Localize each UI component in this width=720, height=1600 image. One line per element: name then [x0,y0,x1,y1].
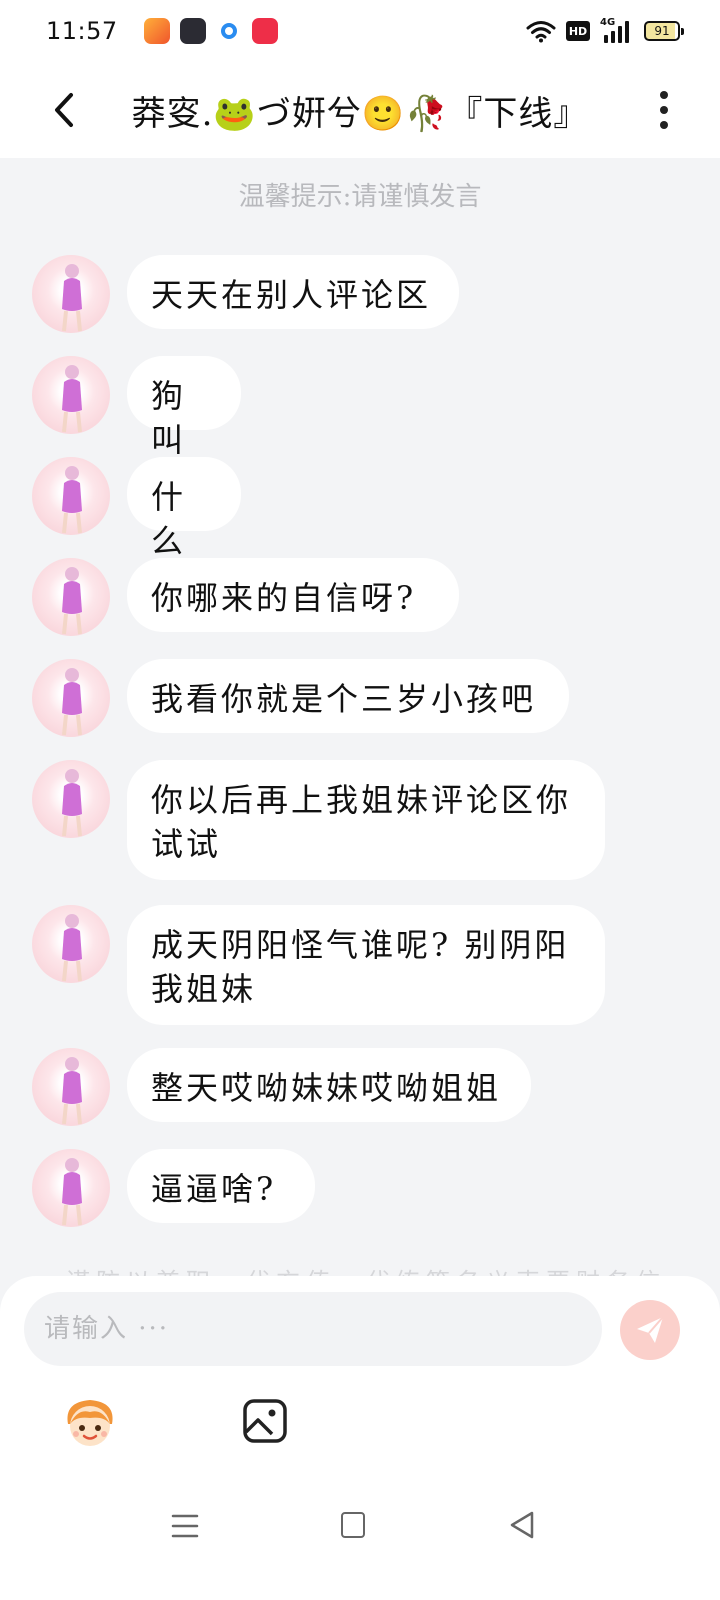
home-nav-icon[interactable] [341,1512,365,1538]
avatar[interactable] [32,558,110,636]
more-options-button[interactable] [644,88,684,132]
warning-tip: 温馨提示:请谨慎发言 [238,182,482,212]
message-bubble[interactable]: 我看你就是个三岁小孩吧 [127,659,569,733]
message-input[interactable] [24,1292,602,1366]
chat-screen: 11:57 HD 4G 91 莽叜.🐸づ姸兮🙂🥀『下线』 温馨提示:请谨慎发言 … [0,0,720,1600]
image-icon [243,1399,287,1443]
message-bubble[interactable]: 你以后再上我姐妹评论区你试试 [127,760,605,880]
message-bubble[interactable]: 狗叫 [127,356,241,459]
app-notification-icon [251,18,278,44]
avatar[interactable] [32,457,110,535]
avatar[interactable] [32,356,110,434]
avatar[interactable] [32,659,110,737]
send-icon [637,1316,664,1343]
status-bar: 11:57 HD 4G 91 [0,0,720,62]
back-nav-icon[interactable] [508,1510,536,1540]
notification-icons [143,18,278,44]
chat-header: 莽叜.🐸づ姸兮🙂🥀『下线』 [0,62,720,158]
message-bubble[interactable]: 天天在别人评论区 [127,255,459,329]
more-dot [660,121,668,129]
cellular-signal-icon: 4G [600,17,634,43]
message-bubble[interactable]: 成天阴阳怪气谁呢? 别阴阳我姐妹 [127,905,605,1025]
avatar[interactable] [32,760,110,838]
menu-nav-icon[interactable] [170,1512,200,1540]
avatar[interactable] [32,905,110,983]
message-bubble[interactable]: 整天哎呦妹妹哎呦姐姐 [127,1048,531,1122]
avatar[interactable] [32,1048,110,1126]
chevron-left-icon [55,93,73,127]
battery-icon: 91 [644,21,684,41]
back-button[interactable] [40,86,88,134]
message-bubble[interactable]: 你哪来的自信呀? [127,558,459,632]
message-bubble[interactable]: 什么 [127,457,241,560]
sticker-button[interactable] [60,1394,120,1450]
more-dot [660,106,668,114]
hd-badge: HD [566,21,590,41]
app-notification-icon [179,18,206,44]
battery-level: 91 [654,24,670,38]
more-dot [660,91,668,99]
app-notification-icon [215,18,242,44]
message-bubble[interactable]: 逼逼啥? [127,1149,315,1223]
send-button[interactable] [620,1300,680,1360]
network-label: 4G [600,17,616,28]
app-notification-icon [143,18,170,44]
wifi-icon [526,21,556,43]
avatar[interactable] [32,255,110,333]
image-button[interactable] [242,1398,288,1444]
avatar[interactable] [32,1149,110,1227]
chat-title: 莽叜.🐸づ姸兮🙂🥀『下线』 [131,93,589,134]
status-indicators: HD 4G 91 [526,17,684,43]
sticker-face-icon [67,1400,113,1446]
status-time: 11:57 [46,17,118,45]
